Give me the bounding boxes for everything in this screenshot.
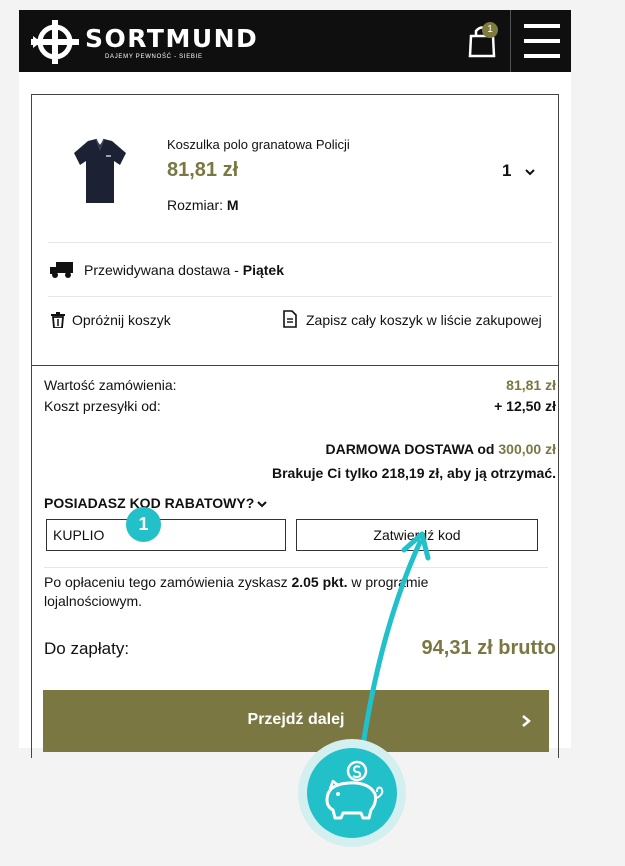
save-to-list-link[interactable]: Zapisz cały koszyk w liście zakupowej	[306, 312, 542, 328]
order-value-label: Wartość zamówienia:	[44, 377, 177, 393]
product-name[interactable]: Koszulka polo granatowa Policji	[167, 137, 350, 152]
delivery-day: Piątek	[242, 262, 284, 278]
product-size: Rozmiar: M	[167, 197, 239, 213]
chevron-down-icon[interactable]	[257, 499, 267, 509]
product-price: 81,81 zł	[167, 159, 239, 181]
header-divider	[510, 10, 511, 72]
loyalty-prefix: Po opłaceniu tego zamówienia zyskasz	[44, 574, 292, 590]
step-number-badge: 1	[126, 507, 161, 542]
size-value: M	[226, 197, 239, 213]
site-header: SORTMUND DAJEMY PEWNOŚĆ - SIEBIE 1	[19, 10, 571, 72]
free-delivery-missing: Brakuje Ci tylko 218,19 zł, aby ją otrzy…	[271, 465, 556, 481]
mobile-page: SORTMUND DAJEMY PEWNOŚĆ - SIEBIE 1 Koszu…	[19, 10, 571, 758]
order-summary-panel: Wartość zamówienia: 81,81 zł Koszt przes…	[31, 363, 559, 758]
empty-cart-link[interactable]: Opróżnij koszyk	[72, 312, 171, 328]
shopping-bag-icon[interactable]	[457, 16, 507, 66]
free-delivery-text: DARMOWA DOSTAWA od	[325, 441, 499, 457]
hamburger-menu-icon[interactable]	[520, 22, 564, 60]
quantity-select[interactable]: 1	[502, 161, 511, 181]
divider	[48, 242, 552, 243]
free-delivery-amount: 300,00 zł	[498, 441, 556, 457]
chevron-right-icon	[522, 715, 531, 727]
checkout-button-label: Przejdź dalej	[247, 711, 345, 728]
shipping-value: + 12,50 zł	[494, 398, 556, 414]
logo-text[interactable]: SORTMUND	[85, 24, 258, 53]
discount-code-input[interactable]: KUPLIO	[46, 519, 286, 551]
cart-items-panel: Koszulka polo granatowa Policji 81,81 zł…	[31, 94, 559, 366]
total-label: Do zapłaty:	[44, 639, 130, 658]
delivery-estimate: Przewidywana dostawa - Piątek	[84, 262, 284, 278]
divider	[48, 296, 552, 297]
shipping-label: Koszt przesyłki od:	[44, 398, 161, 414]
product-image[interactable]	[70, 135, 130, 207]
order-value: 81,81 zł	[506, 377, 556, 393]
document-icon[interactable]	[283, 310, 297, 328]
truck-icon	[50, 262, 73, 278]
trash-icon[interactable]	[51, 312, 65, 328]
checkout-button[interactable]: Przejdź dalej	[43, 690, 549, 752]
divider	[44, 567, 548, 568]
delivery-label: Przewidywana dostawa -	[84, 262, 243, 278]
size-label: Rozmiar:	[167, 197, 224, 213]
logo-icon[interactable]	[31, 18, 79, 66]
cart-count-badge: 1	[482, 22, 498, 38]
free-delivery-info: DARMOWA DOSTAWA od 300,00 zł	[325, 441, 556, 457]
logo-tagline: DAJEMY PEWNOŚĆ - SIEBIE	[105, 54, 203, 60]
piggy-bank-icon	[298, 739, 406, 847]
chevron-down-icon[interactable]	[525, 167, 535, 177]
